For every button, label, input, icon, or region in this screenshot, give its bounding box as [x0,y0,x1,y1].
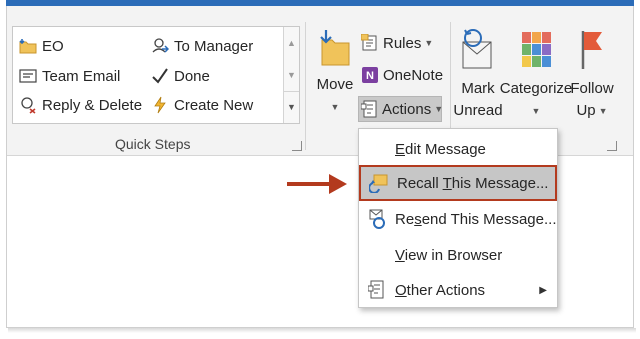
move-label: Move [316,76,354,93]
menu-item-resend-this-message[interactable]: Resend This Message... [359,201,557,237]
recall-message-icon [361,173,397,193]
svg-text:N: N [366,70,374,82]
move-button[interactable]: Move ▼ [314,28,356,118]
follow-up-label-line1: Follow [570,80,614,97]
onenote-icon: N [360,65,380,85]
menu-item-recall-this-message[interactable]: Recall This Message... [359,165,557,201]
quick-step-label: EO [42,37,64,55]
quick-step-label: Team Email [42,67,121,85]
menu-item-label: View in Browser [395,246,503,264]
quick-steps-scrollbar[interactable]: ▲ ▼ ▼ [283,27,299,123]
follow-up-label-line2: Up [576,102,596,119]
chevron-down-icon: ▼ [330,102,340,112]
menu-item-edit-message[interactable]: Edit Message [359,131,557,167]
actions-button[interactable]: Actions ▼ [358,96,444,122]
actions-label: Actions [382,100,432,118]
categorize-label: Categorize [499,80,573,97]
other-actions-icon [359,280,395,300]
window-border [6,6,7,328]
quick-step-to-manager[interactable]: To Manager [150,33,253,59]
reply-delete-icon [18,95,38,115]
move-folder-icon [318,28,352,74]
menu-item-view-in-browser[interactable]: View in Browser [359,237,557,273]
mark-unread-label-line2: Unread [453,102,503,119]
rules-button[interactable]: Rules ▼ [360,30,433,56]
quick-step-label: Reply & Delete [42,96,143,114]
email-form-icon [18,66,38,86]
mark-unread-label-line1: Mark [461,80,495,97]
mark-unread-icon [459,28,497,78]
window-shadow [8,328,636,333]
expand-gallery-icon[interactable]: ▼ [284,91,299,122]
checkmark-icon [150,66,170,86]
chevron-down-icon: ▼ [434,104,444,114]
quick-step-team-email[interactable]: Team Email [18,63,120,89]
onenote-label: OneNote [383,66,444,84]
group-separator [305,22,306,150]
folder-move-icon [18,36,38,56]
categorize-button[interactable]: Categorize ▼ [499,28,573,122]
menu-item-label: Resend This Message... [395,210,557,228]
quick-steps-group-label: Quick Steps [115,136,191,152]
menu-item-other-actions[interactable]: Other Actions ▶ [359,272,557,308]
quick-step-label: Create New [174,96,254,114]
quick-step-done[interactable]: Done [150,63,210,89]
onenote-button[interactable]: N OneNote [360,62,443,88]
categorize-icon [520,28,552,78]
chevron-down-icon: ▼ [424,38,434,48]
chevron-down-icon: ▼ [598,106,608,116]
actions-icon [361,99,379,119]
quick-step-create-new[interactable]: Create New [150,92,253,118]
menu-item-label: Recall This Message... [397,174,549,192]
dialog-launcher-icon[interactable] [607,141,617,151]
annotation-arrow-icon [287,174,347,194]
mark-unread-button[interactable]: Mark Unread [452,28,504,122]
menu-item-label: Edit Message [395,140,486,158]
quick-step-reply-delete[interactable]: Reply & Delete [18,92,142,118]
quick-step-eo[interactable]: EO [18,33,64,59]
resend-message-icon [359,208,395,230]
chevron-down-icon: ▼ [531,106,541,116]
rules-label: Rules [383,34,422,52]
window-border [633,6,634,328]
submenu-arrow-icon: ▶ [539,284,547,296]
follow-up-button[interactable]: Follow Up ▼ [569,28,615,122]
rules-icon [360,33,380,53]
quick-step-label: Done [174,67,210,85]
scroll-up-icon[interactable]: ▲ [284,27,299,59]
dialog-launcher-icon[interactable] [292,141,302,151]
menu-item-label: Other Actions [395,281,486,299]
scroll-down-icon[interactable]: ▼ [284,59,299,91]
quick-step-label: To Manager [174,37,254,55]
lightning-icon [150,95,170,115]
flag-icon [577,28,607,78]
forward-user-icon [150,36,170,56]
actions-dropdown-menu: Edit Message Recall This Message... Rese… [358,128,558,308]
